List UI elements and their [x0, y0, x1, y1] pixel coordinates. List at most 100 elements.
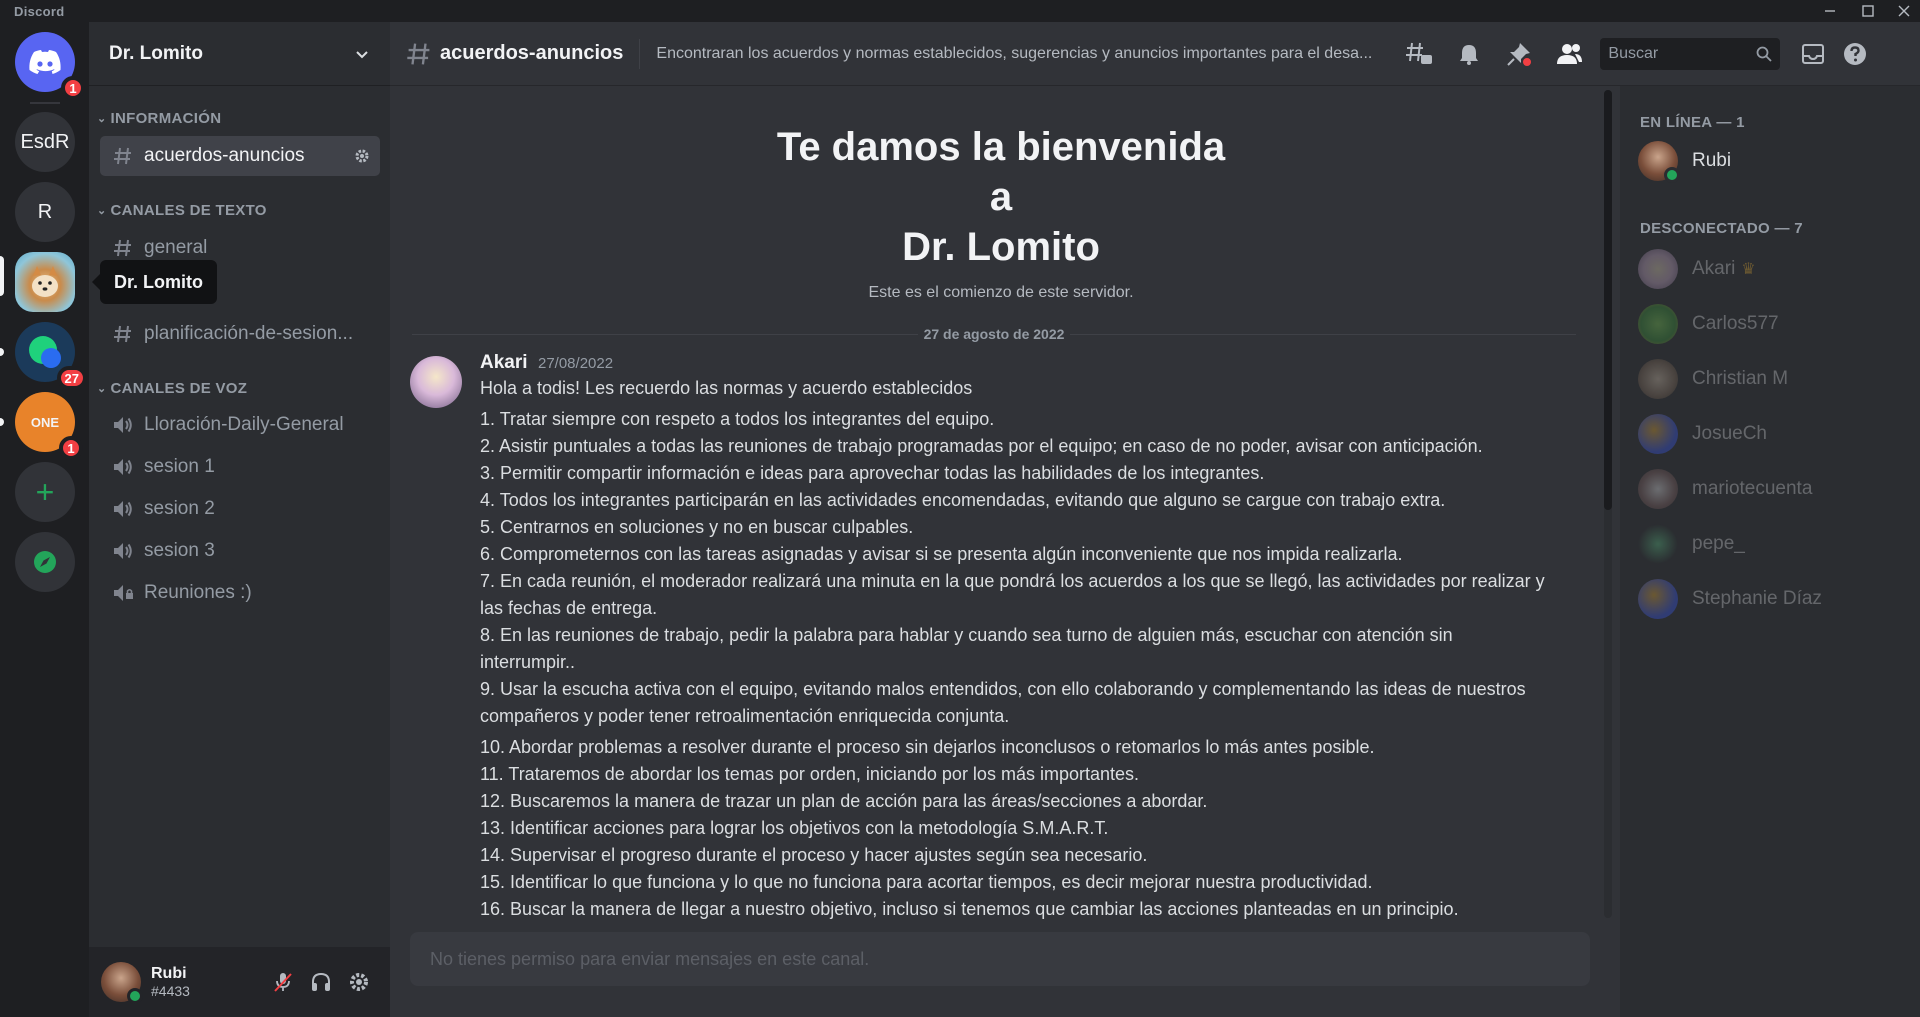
author-avatar[interactable]: [410, 356, 462, 408]
add-server-button[interactable]: +: [15, 462, 75, 522]
voice-channel-reuniones[interactable]: Reuniones :): [100, 573, 380, 613]
server-r[interactable]: R: [15, 182, 75, 242]
rail-divider: [30, 102, 60, 104]
member-josuech[interactable]: JosueCh: [1638, 411, 1908, 457]
server-rail: 1 EsdR R 27 ONE 1 +: [0, 22, 89, 1017]
rule-item: 10. Abordar problemas a resolver durante…: [480, 737, 1375, 757]
search-icon: [1756, 46, 1773, 62]
notification-settings-button[interactable]: [1452, 37, 1486, 71]
channel-sidebar: Dr. Lomito ⌄ INFORMACIÓN acuerdos-anunci…: [89, 22, 390, 1017]
member-christian-m[interactable]: Christian M: [1638, 356, 1908, 402]
voice-channel-sesion-1[interactable]: sesion 1: [100, 447, 380, 487]
rules-list: 1. Tratar siempre con respeto a todos lo…: [480, 406, 1552, 923]
title-bar: Discord: [0, 0, 1920, 22]
rule-item: 12. Buscaremos la manera de trazar un pl…: [480, 791, 1208, 811]
minimize-button[interactable]: [1814, 0, 1846, 22]
inbox-button[interactable]: [1796, 37, 1830, 71]
search-placeholder: Buscar: [1608, 44, 1659, 62]
members-icon: [1557, 43, 1583, 64]
message-author[interactable]: Akari: [480, 352, 528, 373]
speaker-icon: [110, 415, 136, 435]
user-names[interactable]: Rubi #4433: [151, 965, 264, 999]
composer-placeholder: No tienes permiso para enviar mensajes e…: [430, 948, 870, 969]
member-carlos577[interactable]: Carlos577: [1638, 301, 1908, 347]
channel-acuerdos-anuncios[interactable]: acuerdos-anuncios: [100, 136, 380, 176]
plus-icon: +: [35, 473, 55, 510]
message-composer-disabled: No tienes permiso para enviar mensajes e…: [410, 932, 1590, 986]
avatar: [1638, 524, 1678, 564]
maximize-button[interactable]: [1852, 0, 1884, 22]
user-settings-button[interactable]: [340, 963, 378, 1001]
notification-badge: 1: [59, 436, 83, 460]
header-divider: [639, 38, 641, 69]
voice-channel-sesion-3[interactable]: sesion 3: [100, 531, 380, 571]
avatar: [1638, 304, 1678, 344]
search-input[interactable]: Buscar: [1600, 37, 1781, 70]
scrollbar-thumb[interactable]: [1604, 90, 1612, 510]
server-dr-lomito[interactable]: [15, 252, 75, 312]
explore-servers-button[interactable]: [15, 532, 75, 592]
channel-header: acuerdos-anuncios Encontraran los acuerd…: [390, 22, 1920, 86]
member-rubi[interactable]: Rubi: [1638, 138, 1908, 184]
avatar: [1638, 414, 1678, 454]
member-name: Rubi: [1692, 150, 1732, 171]
rule-item: 9. Usar la escucha activa con el equipo,…: [480, 679, 1526, 726]
message-list[interactable]: Te damos la bienvenida a Dr. Lomito Este…: [390, 86, 1612, 926]
threads-button[interactable]: [1402, 37, 1436, 71]
active-server-pill: [0, 256, 4, 296]
server-one[interactable]: ONE 1: [15, 392, 83, 460]
online-status-dot: [127, 988, 143, 1004]
voice-channel-sesion-2[interactable]: sesion 2: [100, 489, 380, 529]
message[interactable]: Akari 27/08/2022 Hola a todis! Les recue…: [390, 352, 1612, 923]
category-label: CANALES DE VOZ: [110, 380, 248, 397]
pinned-messages-button[interactable]: [1502, 37, 1536, 71]
rule-item: 16. Buscar la manera de llegar a nuestro…: [480, 899, 1459, 919]
category-canales-de-voz[interactable]: ⌄ CANALES DE VOZ: [97, 380, 247, 397]
rule-item: 13. Identificar acciones para lograr los…: [480, 818, 1109, 838]
welcome-title-line3: Dr. Lomito: [902, 225, 1100, 269]
headphones-icon: [312, 972, 330, 991]
server-label: EsdR: [20, 130, 70, 153]
rule-item: 4. Todos los integrantes participarán en…: [480, 490, 1446, 510]
server-name: Dr. Lomito: [109, 42, 203, 64]
mute-button[interactable]: [264, 963, 302, 1001]
member-mariotecuenta[interactable]: mariotecuenta: [1638, 466, 1908, 512]
rule-item: 8. En las reuniones de trabajo, pedir la…: [480, 625, 1453, 672]
help-button[interactable]: [1838, 37, 1872, 71]
channel-topic[interactable]: Encontraran los acuerdos y normas establ…: [656, 45, 1386, 63]
member-name: Carlos577: [1692, 313, 1779, 334]
server-label: R: [37, 200, 53, 223]
online-status-dot: [1664, 167, 1680, 183]
member-name: JosueCh: [1692, 423, 1767, 444]
avatar[interactable]: [101, 962, 143, 1004]
welcome-subtitle: Este es el comienzo de este servidor.: [868, 284, 1134, 301]
home-button[interactable]: 1: [15, 32, 85, 100]
member-list-button[interactable]: [1552, 37, 1586, 71]
close-icon: [1898, 5, 1910, 17]
user-panel: Rubi #4433: [89, 947, 390, 1017]
hash-icon: [407, 42, 430, 65]
rule-item: 11. Trataremos de abordar los temas por …: [480, 764, 1139, 784]
bell-icon: [1460, 44, 1479, 65]
member-pepe[interactable]: pepe_: [1638, 521, 1908, 567]
channel-label: sesion 1: [144, 456, 215, 477]
category-canales-de-texto[interactable]: ⌄ CANALES DE TEXTO: [97, 202, 267, 219]
category-informacion[interactable]: ⌄ INFORMACIÓN: [97, 110, 221, 127]
member-name: Stephanie Díaz: [1692, 588, 1822, 609]
chevron-down-icon: ⌄: [97, 383, 107, 395]
unread-server-pill: [0, 418, 4, 426]
voice-channel-lloracion[interactable]: Lloración-Daily-General: [100, 405, 380, 445]
user-name: Rubi: [151, 965, 187, 982]
channel-planificacion[interactable]: planificación-de-sesion...: [100, 314, 380, 354]
member-akari[interactable]: Akari ♛: [1638, 246, 1908, 292]
speaker-icon: [110, 499, 136, 519]
member-stephanie-diaz[interactable]: Stephanie Díaz: [1638, 576, 1908, 622]
deafen-button[interactable]: [302, 963, 340, 1001]
app-title: Discord: [14, 4, 65, 19]
close-button[interactable]: [1888, 0, 1920, 22]
rule-item: 15. Identificar lo que funciona y lo que…: [480, 872, 1373, 892]
server-esdr[interactable]: EsdR: [15, 112, 75, 172]
chat-scrollbar[interactable]: [1604, 90, 1612, 918]
server-header[interactable]: Dr. Lomito: [89, 22, 390, 86]
server-green-blob[interactable]: 27: [15, 322, 87, 390]
